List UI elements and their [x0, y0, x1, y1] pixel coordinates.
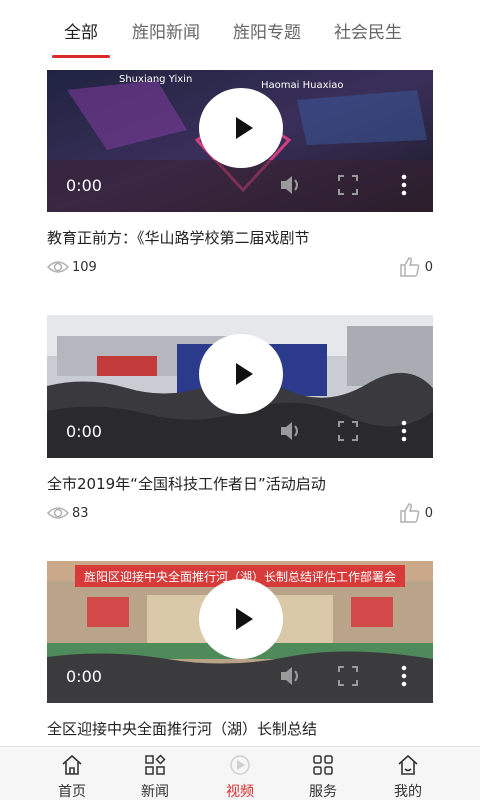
video-title[interactable]: 全市2019年“全国科技工作者日”活动启动 [47, 473, 326, 494]
nav-news[interactable]: 新闻 [115, 747, 195, 800]
grid-diamond-icon [145, 754, 166, 775]
play-button[interactable] [199, 334, 283, 414]
bottom-navigation: 首页 新闻 视频 服务 我的 [0, 746, 480, 800]
eye-icon [47, 507, 69, 519]
tab-all[interactable]: 全部 [64, 18, 98, 43]
video-time: 0:00 [66, 667, 102, 686]
thumbs-up-icon [400, 503, 420, 523]
volume-icon[interactable] [279, 420, 303, 442]
active-tab-indicator [52, 55, 110, 58]
thumbnail-text-left: Shuxiang Yixin [119, 74, 192, 85]
likes-number: 0 [424, 260, 433, 275]
volume-icon[interactable] [279, 174, 303, 196]
video-card: 0:00 全市2019年“全国科技工作者日”活动启动 83 0 [0, 316, 480, 562]
profile-home-icon [398, 754, 418, 775]
like-button[interactable]: 0 [399, 256, 433, 278]
nav-video[interactable]: 视频 [200, 747, 280, 800]
more-options-icon[interactable] [399, 420, 409, 442]
play-button[interactable] [199, 88, 283, 168]
home-icon [62, 754, 82, 775]
nav-services[interactable]: 服务 [283, 747, 363, 800]
nav-services-label: 服务 [309, 784, 337, 800]
nav-news-label: 新闻 [141, 784, 169, 800]
more-options-icon[interactable] [399, 665, 409, 687]
video-time: 0:00 [66, 422, 102, 441]
fullscreen-icon[interactable] [338, 175, 358, 195]
video-player[interactable]: Shuxiang Yixin Haomai Huaxiao 0:00 [47, 70, 433, 212]
nav-profile-label: 我的 [394, 784, 422, 800]
category-tabbar: 全部 旌阳新闻 旌阳专题 社会民生 [0, 0, 480, 62]
video-card: Shuxiang Yixin Haomai Huaxiao 0:00 教育正前方… [0, 70, 480, 316]
video-title[interactable]: 全区迎接中央全面推行河（湖）长制总结 [47, 718, 317, 739]
more-options-icon[interactable] [399, 174, 409, 196]
nav-home-label: 首页 [58, 784, 86, 800]
likes-number: 0 [424, 506, 433, 521]
fullscreen-icon[interactable] [338, 421, 358, 441]
nav-video-label: 视频 [226, 784, 254, 800]
video-player[interactable]: 旌阳区迎接中央全面推行河（湖）长制总结评估工作部署会 0:00 [47, 561, 433, 703]
nav-home[interactable]: 首页 [32, 747, 112, 800]
play-button[interactable] [199, 579, 283, 659]
like-button[interactable]: 0 [399, 502, 433, 524]
tab-jingyang-news[interactable]: 旌阳新闻 [132, 18, 200, 43]
nav-profile[interactable]: 我的 [368, 747, 448, 800]
video-time: 0:00 [66, 176, 102, 195]
views-number: 109 [72, 260, 97, 275]
grid-icon [313, 755, 333, 775]
thumbnail-text-right: Haomai Huaxiao [261, 80, 344, 91]
fullscreen-icon[interactable] [338, 666, 358, 686]
tab-social-livelihood[interactable]: 社会民生 [334, 18, 402, 43]
volume-icon[interactable] [279, 665, 303, 687]
video-player[interactable]: 0:00 [47, 316, 433, 458]
video-title[interactable]: 教育正前方：《华山路学校第二届戏剧节 [47, 227, 310, 248]
video-icon [230, 755, 250, 775]
eye-icon [47, 261, 69, 273]
thumbs-up-icon [400, 257, 420, 277]
views-number: 83 [72, 506, 89, 521]
tab-jingyang-topics[interactable]: 旌阳专题 [233, 18, 301, 43]
